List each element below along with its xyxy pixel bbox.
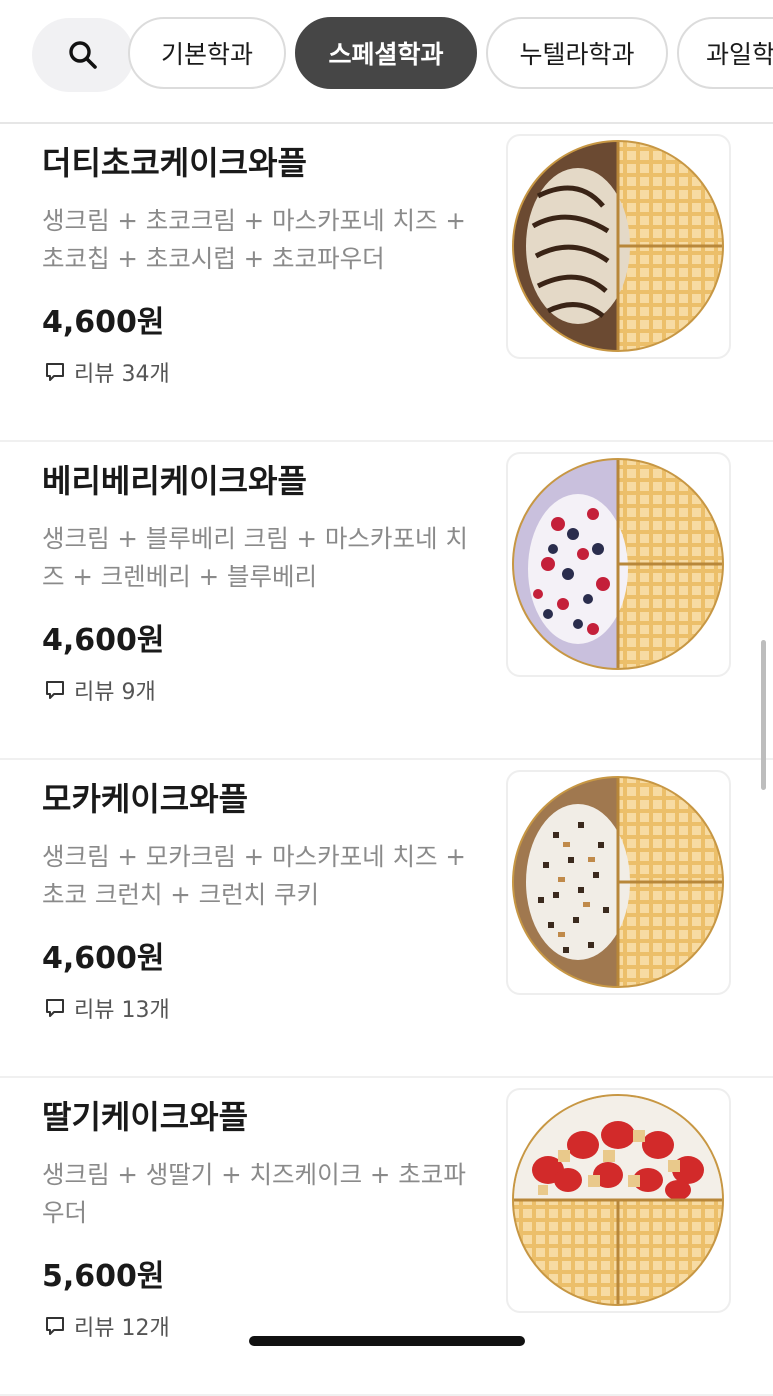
scrollbar[interactable] bbox=[761, 640, 766, 790]
menu-list: 더티초코케이크와플 생크림 + 초코크림 + 마스카포네 치즈 + 초코칩 + … bbox=[0, 124, 773, 1396]
menu-item-description: 생크림 + 생딸기 + 치즈케이크 + 초코파우더 bbox=[42, 1160, 466, 1227]
menu-item[interactable]: 모카케이크와플 생크림 + 모카크림 + 마스카포네 치즈 + 초코 크런치 +… bbox=[0, 760, 773, 1078]
mocha-waffle-image[interactable] bbox=[506, 770, 731, 995]
menu-item-review: 리뷰 34개 bbox=[44, 356, 170, 388]
category-chip-nutella[interactable]: 누텔라학과 bbox=[486, 17, 668, 89]
menu-item-review: 리뷰 12개 bbox=[44, 1310, 170, 1342]
comment-icon bbox=[46, 681, 64, 699]
comment-icon bbox=[46, 363, 64, 381]
search-button[interactable] bbox=[32, 18, 134, 92]
menu-item-review: 리뷰 9개 bbox=[44, 674, 156, 706]
search-icon bbox=[69, 41, 97, 69]
comment-icon bbox=[46, 1317, 64, 1335]
menu-item[interactable]: 베리베리케이크와플 생크림 + 블루베리 크림 + 마스카포네 치즈 + 크렌베… bbox=[0, 442, 773, 760]
menu-item-name: 베리베리케이크와플 bbox=[42, 462, 307, 500]
category-chip-basic[interactable]: 기본학과 bbox=[128, 17, 286, 89]
strawberry-waffle-image[interactable] bbox=[506, 1088, 731, 1313]
menu-item-name: 딸기케이크와플 bbox=[42, 1098, 249, 1136]
category-bar: 기본학과 스페셜학과 누텔라학과 과일학 bbox=[0, 0, 773, 124]
menu-item-name: 모카케이크와플 bbox=[42, 780, 249, 818]
category-chip-special[interactable]: 스페셜학과 bbox=[295, 17, 477, 89]
menu-item-name: 더티초코케이크와플 bbox=[42, 144, 307, 182]
menu-item-price: 4,600원 bbox=[42, 941, 165, 976]
menu-item-review: 리뷰 13개 bbox=[44, 992, 170, 1024]
home-indicator[interactable] bbox=[249, 1336, 525, 1346]
berry-berry-waffle-image[interactable] bbox=[506, 452, 731, 677]
menu-item[interactable]: 더티초코케이크와플 생크림 + 초코크림 + 마스카포네 치즈 + 초코칩 + … bbox=[0, 124, 773, 442]
menu-item-review-count: 리뷰 9개 bbox=[74, 680, 156, 705]
menu-item-price: 5,600원 bbox=[42, 1259, 165, 1294]
category-chip-fruit[interactable]: 과일학 bbox=[677, 17, 773, 89]
menu-item-review-count: 리뷰 13개 bbox=[74, 998, 170, 1023]
dirty-choco-waffle-image[interactable] bbox=[506, 134, 731, 359]
comment-icon bbox=[46, 999, 64, 1017]
menu-item-price: 4,600원 bbox=[42, 623, 165, 658]
menu-item-description: 생크림 + 모카크림 + 마스카포네 치즈 + 초코 크런치 + 크런치 쿠키 bbox=[42, 842, 466, 909]
menu-item-description: 생크림 + 블루베리 크림 + 마스카포네 치즈 + 크렌베리 + 블루베리 bbox=[42, 524, 468, 591]
menu-item[interactable]: 딸기케이크와플 생크림 + 생딸기 + 치즈케이크 + 초코파우더 5,600원… bbox=[0, 1078, 773, 1396]
menu-item-review-count: 리뷰 34개 bbox=[74, 362, 170, 387]
menu-item-price: 4,600원 bbox=[42, 305, 165, 340]
menu-item-description: 생크림 + 초코크림 + 마스카포네 치즈 + 초코칩 + 초코시럽 + 초코파… bbox=[42, 206, 466, 273]
menu-item-review-count: 리뷰 12개 bbox=[74, 1316, 170, 1341]
